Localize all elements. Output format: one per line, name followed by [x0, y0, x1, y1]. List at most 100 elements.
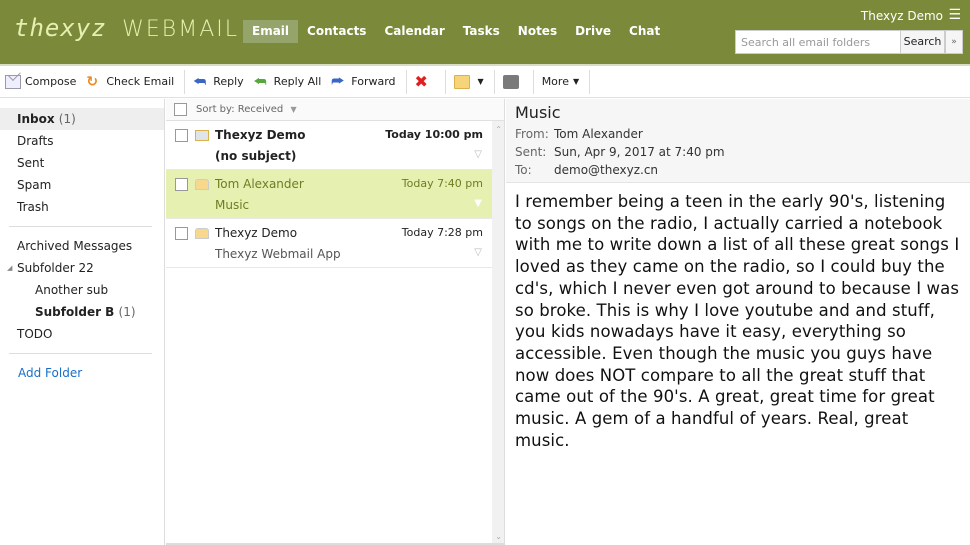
folder-label: Inbox: [17, 112, 55, 126]
flag-icon[interactable]: ▽: [474, 247, 482, 258]
folder-inbox[interactable]: Inbox (1): [0, 108, 164, 130]
forward-button[interactable]: ⮫ Forward: [331, 70, 395, 94]
folder-icon: [453, 74, 470, 89]
nav-notes[interactable]: Notes: [509, 20, 566, 43]
message-row[interactable]: Thexyz Demo Today 7:28 pm Thexyz Webmail…: [166, 219, 504, 268]
caret-down-icon: ▼: [290, 105, 297, 114]
message-subject: Thexyz Webmail App: [215, 247, 341, 261]
add-folder-link[interactable]: Add Folder: [0, 362, 164, 384]
list-scrollbar[interactable]: [492, 121, 504, 545]
search-input[interactable]: [735, 30, 901, 54]
nav-calendar[interactable]: Calendar: [375, 20, 453, 43]
folder-sidebar: Inbox (1) Drafts Sent Spam Trash Archive…: [0, 99, 165, 545]
nav-contacts[interactable]: Contacts: [298, 20, 375, 43]
search-button[interactable]: Search: [900, 30, 945, 54]
folder-subfolder-b[interactable]: Subfolder B (1): [0, 301, 164, 323]
message-checkbox[interactable]: [175, 227, 188, 240]
collapse-triangle-icon[interactable]: ◢: [7, 257, 12, 279]
reading-pane: Music From: Tom Alexander Sent: Sun, Apr…: [506, 99, 970, 545]
unread-envelope-icon: [195, 130, 209, 141]
check-email-label: Check Email: [106, 75, 175, 88]
toolbar-divider: [184, 69, 186, 94]
message-subject: Music: [215, 198, 250, 212]
reply-icon: ⮪: [193, 73, 207, 90]
scroll-down-icon[interactable]: ⌄: [495, 532, 502, 541]
message-subject-title: Music: [515, 103, 561, 122]
from-label: From:: [515, 127, 549, 141]
move-to-folder-button[interactable]: ▼: [453, 70, 484, 94]
more-label: More: [541, 75, 569, 88]
sent-row: Sent: Sun, Apr 9, 2017 at 7:40 pm: [515, 143, 961, 161]
from-value[interactable]: Tom Alexander: [554, 125, 643, 143]
sort-label: Sort by: Received: [196, 104, 284, 115]
message-subject: (no subject): [215, 149, 297, 163]
folder-label: Subfolder 22: [17, 261, 94, 275]
main-nav: Email Contacts Calendar Tasks Notes Driv…: [243, 20, 669, 43]
compose-button[interactable]: Compose: [5, 70, 76, 94]
message-checkbox[interactable]: [175, 129, 188, 142]
double-chevron-down-icon[interactable]: »: [945, 30, 963, 54]
message-header: Music From: Tom Alexander Sent: Sun, Apr…: [506, 99, 970, 183]
toolbar-divider: [405, 69, 407, 94]
folder-drafts[interactable]: Drafts: [0, 130, 164, 152]
sent-label: Sent:: [515, 145, 547, 159]
caret-down-icon: ▼: [477, 77, 484, 86]
open-envelope-icon: [195, 179, 209, 190]
reply-all-label: Reply All: [273, 75, 322, 88]
nav-chat[interactable]: Chat: [620, 20, 669, 43]
select-all-checkbox[interactable]: [174, 103, 187, 116]
folder-sent[interactable]: Sent: [0, 152, 164, 174]
flag-icon[interactable]: ▼: [474, 198, 482, 209]
reply-all-icon: ⮪: [253, 73, 267, 90]
reply-button[interactable]: ⮪ Reply: [193, 70, 243, 94]
to-value[interactable]: demo@thexyz.cn: [554, 161, 658, 179]
folder-subfolder-22[interactable]: ◢ Subfolder 22: [0, 257, 164, 279]
list-header: Sort by: Received ▼: [166, 99, 504, 121]
message-list: Sort by: Received ▼ Thexyz Demo Today 10…: [166, 99, 505, 545]
folder-todo[interactable]: TODO: [0, 323, 164, 345]
logo-script: thexyz: [14, 14, 107, 42]
toolbar-divider: [532, 69, 534, 94]
sidebar-divider: [9, 226, 152, 227]
open-envelope-icon: [195, 228, 209, 239]
top-header: thexyz WEBMAIL Email Contacts Calendar T…: [0, 0, 970, 64]
compose-label: Compose: [25, 75, 77, 88]
more-button[interactable]: More ▼: [542, 70, 579, 94]
to-row: To: demo@thexyz.cn: [515, 161, 961, 179]
app-logo[interactable]: thexyz WEBMAIL: [14, 14, 239, 42]
hamburger-menu-icon[interactable]: ☰: [948, 7, 961, 23]
sent-value: Sun, Apr 9, 2017 at 7:40 pm: [554, 145, 725, 159]
message-date: Today 7:40 pm: [401, 177, 483, 190]
folder-spam[interactable]: Spam: [0, 174, 164, 196]
print-button[interactable]: [502, 70, 523, 94]
message-checkbox[interactable]: [175, 178, 188, 191]
logo-text: WEBMAIL: [122, 17, 239, 42]
printer-icon: [502, 74, 519, 89]
toolbar-divider: [589, 69, 591, 94]
nav-email[interactable]: Email: [243, 20, 299, 43]
message-row[interactable]: Thexyz Demo Today 10:00 pm (no subject) …: [166, 121, 504, 170]
message-sender: Thexyz Demo: [215, 226, 298, 240]
folder-trash[interactable]: Trash: [0, 196, 164, 218]
message-date: Today 7:28 pm: [401, 226, 483, 239]
reply-all-button[interactable]: ⮪ Reply All: [254, 70, 322, 94]
caret-down-icon: ▼: [572, 77, 580, 86]
folder-archived-messages[interactable]: Archived Messages: [0, 235, 164, 257]
folder-another-sub[interactable]: Another sub: [0, 279, 164, 301]
envelope-icon: [5, 74, 21, 89]
flag-icon[interactable]: ▽: [474, 149, 482, 160]
check-email-button[interactable]: ↻ Check Email: [86, 70, 174, 94]
user-name[interactable]: Thexyz Demo: [861, 9, 943, 23]
message-sender: Tom Alexander: [215, 177, 304, 191]
message-row[interactable]: Tom Alexander Today 7:40 pm Music ▼: [166, 170, 504, 219]
nav-tasks[interactable]: Tasks: [454, 20, 509, 43]
folder-label: Subfolder B: [35, 305, 115, 319]
scroll-up-icon[interactable]: ⌃: [495, 125, 502, 134]
nav-drive[interactable]: Drive: [566, 20, 620, 43]
to-label: To:: [515, 163, 532, 177]
refresh-icon: ↻: [86, 73, 99, 90]
toolbar-divider: [444, 69, 446, 94]
sort-dropdown[interactable]: Sort by: Received ▼: [196, 104, 297, 115]
toolbar: Compose ↻ Check Email ⮪ Reply ⮪ Reply Al…: [0, 64, 970, 98]
delete-button[interactable]: ✖: [415, 70, 435, 94]
